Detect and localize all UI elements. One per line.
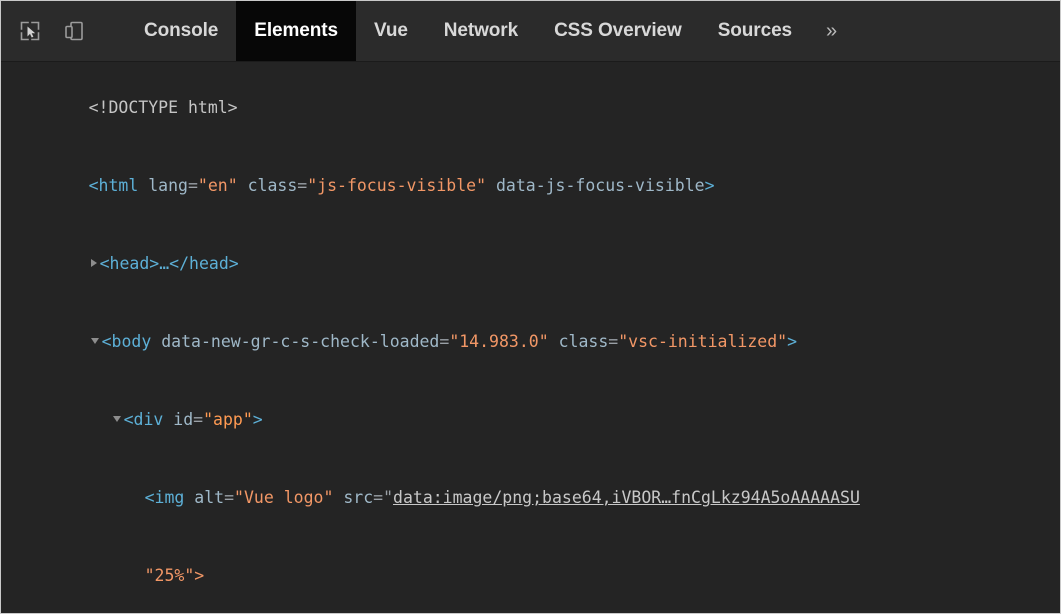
html-open-tag: <html (88, 176, 139, 195)
toolbar-icon-group (1, 1, 126, 61)
tab-sources[interactable]: Sources (700, 1, 810, 61)
more-tabs-chevron-icon[interactable]: » (810, 1, 853, 61)
attr-src-value-link[interactable]: data:image/png;base64,iVBOR…fnCgLkz94A5o… (393, 488, 860, 507)
dom-node-div-app[interactable]: <div id="app"> (1, 381, 1060, 459)
attr-body-class-value: "vsc-initialized" (618, 332, 788, 351)
div-open-tag: <div (123, 410, 164, 429)
collapse-triangle-icon[interactable] (90, 337, 99, 344)
devtools-toolbar: Console Elements Vue Network CSS Overvie… (1, 1, 1060, 62)
attr-gr-check-name: data-new-gr-c-s-check-loaded (161, 332, 440, 351)
attr-src-open-quote: " (383, 488, 394, 507)
tab-css-overview[interactable]: CSS Overview (536, 1, 700, 61)
attr-lang-value: "en" (197, 176, 238, 195)
tab-console[interactable]: Console (126, 1, 236, 61)
attr-id-value: "app" (203, 410, 253, 429)
inspect-element-icon[interactable] (15, 16, 45, 46)
img-wrapped-remainder: "25%"> (144, 566, 205, 585)
dom-tree[interactable]: <!DOCTYPE html> <html lang="en" class="j… (1, 62, 1060, 613)
attr-class-value: "js-focus-visible" (307, 176, 487, 195)
dom-node-head[interactable]: <head>…</head> (1, 225, 1060, 303)
body-open-tag: <body (101, 332, 152, 351)
devtools-tab-bar: Console Elements Vue Network CSS Overvie… (126, 1, 1060, 61)
body-open-tag-close: > (787, 332, 798, 351)
dom-node-html-open[interactable]: <html lang="en" class="js-focus-visible"… (1, 147, 1060, 225)
dom-node-body-open[interactable]: <body data-new-gr-c-s-check-loaded="14.9… (1, 303, 1060, 381)
tab-network[interactable]: Network (426, 1, 536, 61)
attr-alt-value: "Vue logo" (234, 488, 334, 507)
dom-node-img[interactable]: <img alt="Vue logo" src="data:image/png;… (1, 459, 1060, 537)
attr-lang-name: lang (148, 176, 188, 195)
device-toolbar-icon[interactable] (59, 16, 89, 46)
attr-alt-name: alt (194, 488, 225, 507)
doctype-text: <!DOCTYPE html> (88, 98, 238, 117)
attr-data-js-focus-visible-name: data-js-focus-visible (495, 176, 705, 195)
expand-triangle-icon[interactable] (90, 258, 97, 267)
div-open-tag-close: > (252, 410, 263, 429)
dom-node-doctype[interactable]: <!DOCTYPE html> (1, 69, 1060, 147)
img-open-tag: <img (144, 488, 185, 507)
tab-vue[interactable]: Vue (356, 1, 426, 61)
html-open-tag-close: > (704, 176, 715, 195)
collapse-triangle-icon[interactable] (112, 415, 121, 422)
head-collapsed-text: <head>…</head> (99, 254, 239, 273)
attr-class-name: class (247, 176, 298, 195)
attr-id-name: id (173, 410, 194, 429)
dom-node-img-wrap[interactable]: "25%"> (1, 537, 1060, 613)
attr-src-name: src (343, 488, 374, 507)
attr-body-class-name: class (558, 332, 609, 351)
tab-elements[interactable]: Elements (236, 1, 356, 61)
devtools-panel: Console Elements Vue Network CSS Overvie… (0, 0, 1061, 614)
attr-gr-check-value: "14.983.0" (449, 332, 549, 351)
